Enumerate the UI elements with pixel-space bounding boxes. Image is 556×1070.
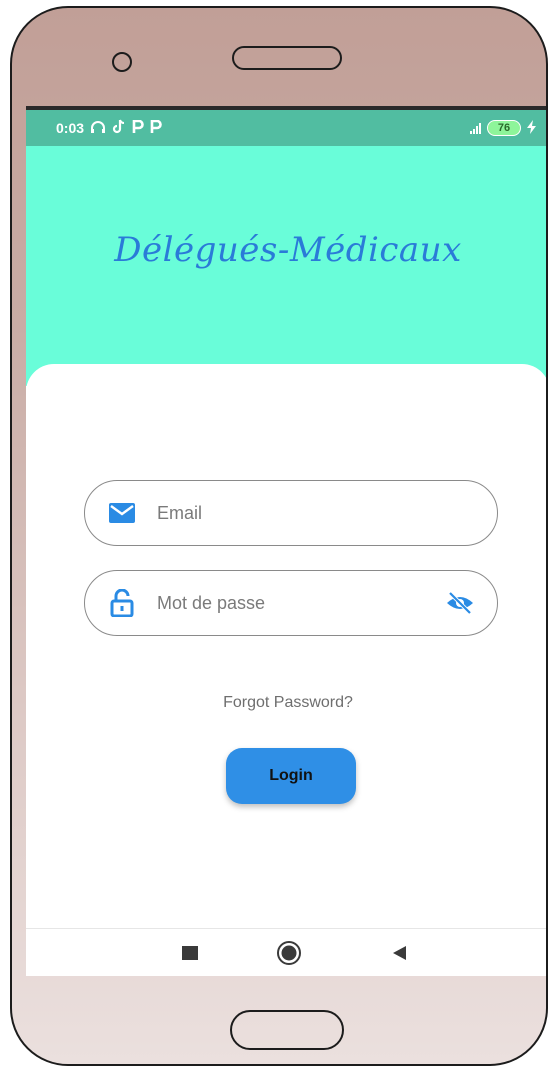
status-bar: 0:03 76 — [26, 106, 546, 146]
tiktok-icon — [112, 119, 126, 137]
recents-square-icon[interactable] — [172, 935, 208, 971]
phone-screen: 0:03 76 Délégués-Médicaux Email Forgot P… — [26, 106, 546, 976]
signal-icon — [470, 122, 481, 134]
front-camera — [112, 52, 132, 72]
charging-bolt-icon — [527, 119, 536, 137]
email-input[interactable] — [155, 493, 477, 533]
headphones-icon — [90, 120, 106, 137]
status-right: 76 — [470, 119, 536, 137]
battery-icon: 76 — [487, 120, 521, 136]
back-triangle-icon[interactable] — [382, 935, 418, 971]
phone-frame: 0:03 76 Délégués-Médicaux Email Forgot P… — [10, 6, 548, 1066]
home-circle-icon[interactable] — [271, 935, 307, 971]
status-time: 0:03 — [56, 120, 85, 136]
app-header: Délégués-Médicaux — [26, 146, 546, 386]
hardware-home-button[interactable] — [230, 1010, 344, 1050]
app-title: Délégués-Médicaux — [114, 230, 462, 270]
unlock-icon — [107, 588, 137, 618]
p-icon — [150, 119, 162, 137]
password-field[interactable] — [84, 570, 498, 636]
battery-level: 76 — [497, 122, 511, 134]
login-button[interactable]: Login — [226, 748, 356, 804]
eye-off-icon[interactable] — [443, 588, 477, 618]
mail-icon — [107, 498, 137, 528]
login-card: Forgot Password? Login — [26, 364, 546, 934]
navigation-bar — [26, 928, 546, 976]
status-left: 0:03 — [56, 119, 162, 137]
p-icon — [132, 119, 144, 137]
email-field[interactable] — [84, 480, 498, 546]
password-input[interactable] — [155, 583, 443, 623]
forgot-password-link[interactable]: Forgot Password? — [26, 694, 546, 712]
earpiece-speaker — [232, 46, 342, 70]
